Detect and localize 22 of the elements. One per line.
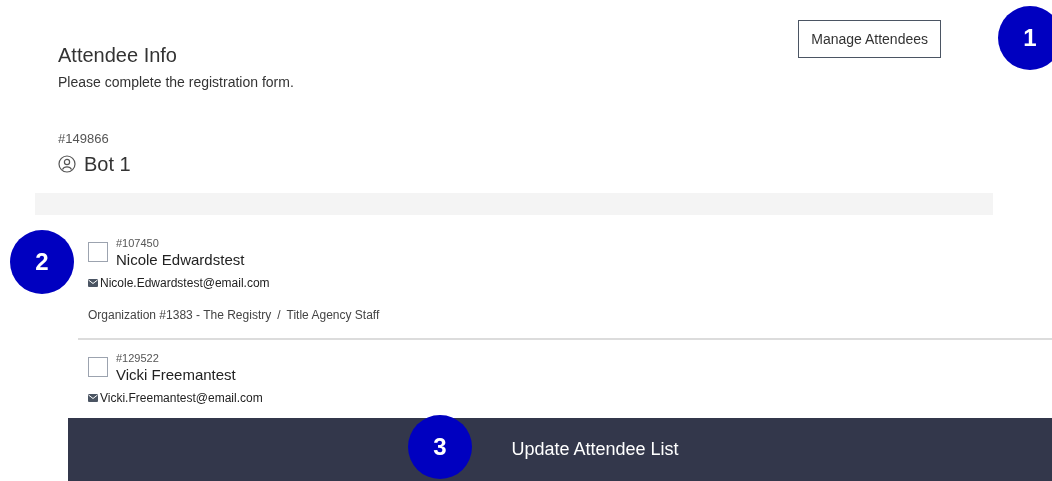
attendee-checkbox[interactable] bbox=[88, 356, 108, 377]
job-title-text: Title Agency Staff bbox=[286, 306, 380, 324]
mail-icon bbox=[88, 278, 98, 287]
manage-attendees-button[interactable]: Manage Attendees bbox=[798, 20, 941, 58]
attendee-name: Vicki Freemantest bbox=[116, 364, 236, 385]
attendee-number: #129522 bbox=[116, 351, 160, 365]
registrant-number: #149866 bbox=[58, 130, 110, 148]
separator-text: / bbox=[277, 306, 281, 324]
attendee-email: Nicole.Edwardstest@email.com bbox=[100, 274, 270, 292]
organization-text: Organization #1383 - The Registry bbox=[88, 306, 272, 324]
attendee-number: #107450 bbox=[116, 236, 160, 250]
mail-icon bbox=[88, 393, 98, 402]
page-subtitle: Please complete the registration form. bbox=[58, 73, 294, 92]
page-title: Attendee Info bbox=[58, 43, 178, 68]
registrant-name: Bot 1 bbox=[84, 151, 131, 177]
attendee-checkbox[interactable] bbox=[88, 241, 108, 262]
attendee-name: Nicole Edwardstest bbox=[116, 249, 245, 270]
update-attendee-list-button[interactable]: Update Attendee List bbox=[511, 436, 679, 463]
attendee-email: Vicki.Freemantest@email.com bbox=[100, 389, 263, 407]
callout-marker: 1 bbox=[998, 6, 1052, 70]
user-icon bbox=[58, 154, 76, 173]
callout-marker: 2 bbox=[10, 230, 74, 294]
